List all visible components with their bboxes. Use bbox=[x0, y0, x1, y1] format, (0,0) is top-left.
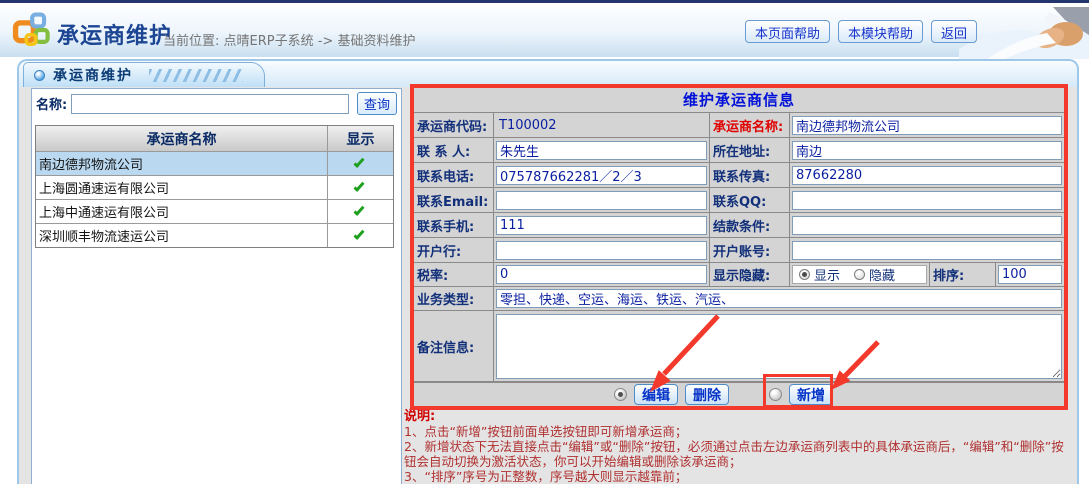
name-search-label: 名称: bbox=[36, 94, 67, 113]
business-type-label: 业务类型: bbox=[414, 287, 494, 311]
breadcrumb: 当前位置: 点晴ERP子系统 -> 基础资料维护 bbox=[163, 30, 415, 49]
show-radio-label[interactable]: 显示 bbox=[814, 265, 840, 284]
carrier-table: 承运商名称 显示 南边德邦物流公司 上海圆通速运有限公司 上海中通速运有限公司 … bbox=[35, 125, 394, 248]
visible-cell bbox=[327, 224, 393, 247]
tax-rate-input[interactable] bbox=[496, 265, 707, 284]
edit-mode-radio[interactable] bbox=[614, 388, 627, 401]
delete-button[interactable]: 删除 bbox=[685, 384, 729, 405]
address-input[interactable] bbox=[792, 141, 1062, 160]
check-icon bbox=[353, 156, 364, 168]
carrier-name: 深圳顺丰物流速运公司 bbox=[36, 224, 327, 247]
carrier-list-panel: 名称: 查询 承运商名称 显示 南边德邦物流公司 上海圆通速运有限公司 bbox=[31, 88, 402, 484]
payment-terms-label: 结款条件: bbox=[710, 213, 790, 238]
form-row: 税率: 显示隐藏: 显示 隐藏 排序: bbox=[414, 263, 1064, 287]
contact-person-input[interactable] bbox=[496, 141, 707, 160]
fax-input[interactable] bbox=[792, 166, 1062, 185]
tab-carrier-maintenance[interactable]: 承运商维护 bbox=[23, 62, 265, 87]
visibility-radio-group: 显示 隐藏 bbox=[792, 265, 927, 284]
column-header-name: 承运商名称 bbox=[36, 126, 327, 151]
contact-person-label: 联 系 人: bbox=[414, 138, 494, 163]
hide-radio[interactable] bbox=[854, 269, 865, 280]
carrier-maintenance-page: 承运商维护 当前位置: 点晴ERP子系统 -> 基础资料维护 本页面帮助 本模块… bbox=[0, 0, 1089, 484]
visible-cell bbox=[327, 200, 393, 223]
add-mode-radio[interactable] bbox=[769, 388, 782, 401]
form-title: 维护承运商信息 bbox=[414, 88, 1064, 113]
bank-input[interactable] bbox=[496, 241, 707, 260]
carrier-name: 上海圆通速运有限公司 bbox=[36, 176, 327, 199]
tab-stripes-decoration bbox=[149, 69, 243, 82]
instructions-block: 说明: 1、点击“新增”按钮前面单选按钮即可新增承运商； 2、新增状态下无法直接… bbox=[404, 409, 1076, 484]
sort-input[interactable] bbox=[998, 265, 1062, 284]
form-row: 承运商代码: T100002 承运商名称: bbox=[414, 113, 1064, 138]
instruction-line: 3、“排序”序号为正整数，序号越大则显示越靠前； bbox=[404, 469, 1076, 484]
carrier-code-label: 承运商代码: bbox=[414, 113, 494, 138]
table-row[interactable]: 南边德邦物流公司 bbox=[36, 151, 393, 175]
fax-label: 联系传真: bbox=[710, 163, 790, 188]
qq-input[interactable] bbox=[792, 191, 1062, 210]
handshake-photo bbox=[959, 7, 1089, 59]
search-row: 名称: 查询 bbox=[32, 89, 401, 118]
email-label: 联系Email: bbox=[414, 188, 494, 213]
name-search-input[interactable] bbox=[71, 94, 349, 114]
back-button[interactable]: 返回 bbox=[931, 20, 977, 43]
app-logo-icon bbox=[12, 11, 50, 49]
query-button[interactable]: 查询 bbox=[357, 92, 397, 115]
remark-label: 备注信息: bbox=[414, 311, 494, 382]
top-header-bar: 承运商维护 当前位置: 点晴ERP子系统 -> 基础资料维护 本页面帮助 本模块… bbox=[0, 0, 1089, 57]
phone-label: 联系电话: bbox=[414, 163, 494, 188]
bullet-icon bbox=[34, 70, 45, 81]
business-type-input[interactable] bbox=[496, 289, 1062, 308]
visible-cell bbox=[327, 176, 393, 199]
tax-rate-label: 税率: bbox=[414, 263, 494, 287]
check-icon bbox=[353, 204, 364, 216]
show-radio[interactable] bbox=[799, 269, 810, 280]
qq-label: 联系QQ: bbox=[710, 188, 790, 213]
remark-textarea[interactable] bbox=[496, 314, 1062, 379]
mobile-label: 联系手机: bbox=[414, 213, 494, 238]
header-buttons: 本页面帮助 本模块帮助 返回 bbox=[745, 20, 977, 43]
carrier-name-input[interactable] bbox=[792, 116, 1062, 135]
form-row: 开户行: 开户账号: bbox=[414, 238, 1064, 263]
table-row[interactable]: 上海圆通速运有限公司 bbox=[36, 175, 393, 199]
instruction-line: 2、新增状态下无法直接点击“编辑”或“删除”按钮，必须通过点击左边承运商列表中的… bbox=[404, 439, 1076, 469]
tab-label: 承运商维护 bbox=[53, 65, 133, 85]
form-row: 联系手机: 结款条件: bbox=[414, 213, 1064, 238]
add-button[interactable]: 新增 bbox=[789, 384, 833, 405]
form-row: 联 系 人: 所在地址: bbox=[414, 138, 1064, 163]
table-row[interactable]: 深圳顺丰物流速运公司 bbox=[36, 223, 393, 247]
column-header-show: 显示 bbox=[327, 126, 393, 151]
carrier-table-header: 承运商名称 显示 bbox=[36, 126, 393, 151]
form-row: 联系Email: 联系QQ: bbox=[414, 188, 1064, 213]
form-button-bar: 编辑 删除 新增 bbox=[414, 382, 1064, 406]
instruction-line: 1、点击“新增”按钮前面单选按钮即可新增承运商； bbox=[404, 424, 1076, 439]
carrier-form-annotation-rect: 维护承运商信息 承运商代码: T100002 承运商名称: 联 系 人: 所在地… bbox=[410, 84, 1068, 410]
address-label: 所在地址: bbox=[710, 138, 790, 163]
module-help-button[interactable]: 本模块帮助 bbox=[838, 20, 923, 43]
form-row: 备注信息: bbox=[414, 311, 1064, 382]
carrier-name: 南边德邦物流公司 bbox=[36, 152, 327, 175]
table-row[interactable]: 上海中通速运有限公司 bbox=[36, 199, 393, 223]
account-input[interactable] bbox=[792, 241, 1062, 260]
page-title: 承运商维护 bbox=[57, 18, 172, 50]
sort-label: 排序: bbox=[930, 263, 996, 287]
email-input[interactable] bbox=[496, 191, 707, 210]
carrier-name-label: 承运商名称: bbox=[710, 113, 790, 138]
payment-terms-input[interactable] bbox=[792, 216, 1062, 235]
form-row: 联系电话: 联系传真: bbox=[414, 163, 1064, 188]
page-help-button[interactable]: 本页面帮助 bbox=[745, 20, 830, 43]
phone-input[interactable] bbox=[496, 166, 707, 185]
bank-label: 开户行: bbox=[414, 238, 494, 263]
check-icon bbox=[353, 228, 364, 240]
mobile-input[interactable] bbox=[496, 216, 707, 235]
hide-radio-label[interactable]: 隐藏 bbox=[869, 265, 895, 284]
edit-button[interactable]: 编辑 bbox=[634, 384, 678, 405]
visibility-label: 显示隐藏: bbox=[710, 263, 790, 287]
carrier-code-value: T100002 bbox=[496, 116, 707, 135]
check-icon bbox=[353, 180, 364, 192]
account-label: 开户账号: bbox=[710, 238, 790, 263]
form-row: 业务类型: bbox=[414, 287, 1064, 311]
instructions-heading: 说明: bbox=[404, 409, 1076, 424]
visible-cell bbox=[327, 152, 393, 175]
carrier-name: 上海中通速运有限公司 bbox=[36, 200, 327, 223]
